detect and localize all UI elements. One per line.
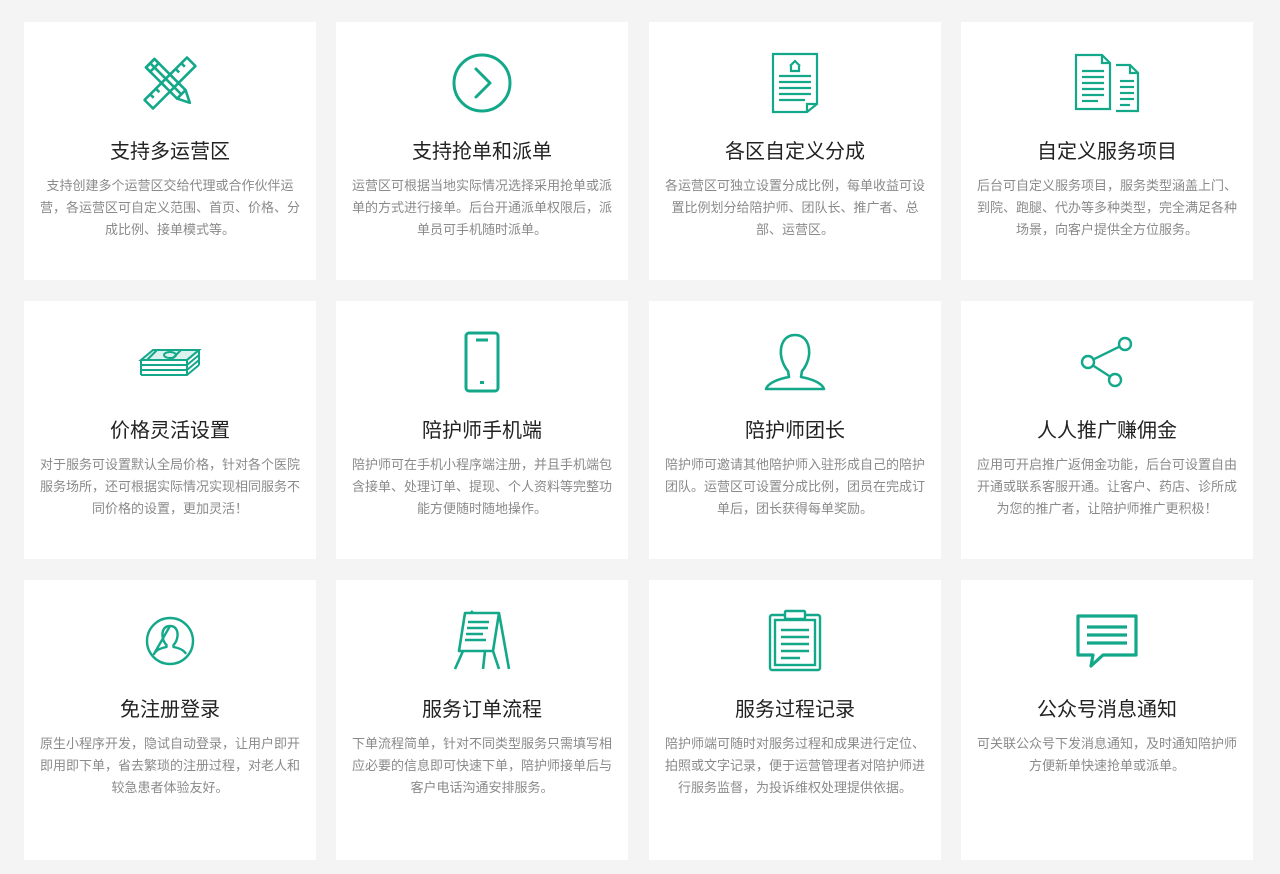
- feature-card-flexible-pricing: 价格灵活设置 对于服务可设置默认全局价格，针对各个医院服务场所，还可根据实际情况…: [24, 301, 316, 559]
- feature-card-order-flow: 服务订单流程 下单流程简单，针对不同类型服务只需填写相应必要的信息即可快速下单，…: [336, 580, 628, 860]
- user-circle-icon: [24, 606, 316, 676]
- feature-title: 各区自定义分成: [725, 139, 865, 163]
- feature-card-region-commission: 各区自定义分成 各运营区可独立设置分成比例，每单收益可设置比例划分给陪护师、团队…: [649, 22, 941, 280]
- feature-card-service-record: 服务过程记录 陪护师端可随时对服务过程和成果进行定位、拍照或文字记录，便于运营管…: [649, 580, 941, 860]
- easel-icon: [336, 606, 628, 676]
- feature-title: 公众号消息通知: [1037, 697, 1177, 721]
- feature-description: 原生小程序开发，隐试自动登录，让用户即开即用即下单，省去繁琐的注册过程，对老人和…: [39, 737, 300, 796]
- feature-description: 对于服务可设置默认全局价格，针对各个医院服务场所，还可根据实际情况实现相同服务不…: [39, 458, 300, 517]
- feature-title: 陪护师团长: [745, 418, 845, 442]
- ruler-pencil-icon: [24, 48, 316, 118]
- arrow-circle-icon: [336, 48, 628, 118]
- feature-card-team-leader: 陪护师团长 陪护师可邀请其他陪护师入驻形成自己的陪护团队。运营区可设置分成比例，…: [649, 301, 941, 559]
- feature-title: 服务过程记录: [735, 697, 855, 721]
- feature-title: 人人推广赚佣金: [1037, 418, 1177, 442]
- feature-card-no-registration: 免注册登录 原生小程序开发，隐试自动登录，让用户即开即用即下单，省去繁琐的注册过…: [24, 580, 316, 860]
- feature-description: 陪护师可邀请其他陪护师入驻形成自己的陪护团队。运营区可设置分成比例，团员在完成订…: [664, 458, 925, 517]
- feature-title: 自定义服务项目: [1037, 139, 1177, 163]
- feature-grid: 支持多运营区 支持创建多个运营区交给代理或合作伙伴运营，各运营区可自定义范围、首…: [0, 0, 1280, 874]
- feature-title: 价格灵活设置: [110, 418, 230, 442]
- feature-description: 后台可自定义服务项目，服务类型涵盖上门、到院、跑腿、代办等多种类型，完全满足各种…: [976, 179, 1237, 238]
- feature-description: 陪护师端可随时对服务过程和成果进行定位、拍照或文字记录，便于运营管理者对陪护师进…: [664, 737, 925, 796]
- feature-description: 可关联公众号下发消息通知，及时通知陪护师方便新单快速抢单或派单。: [976, 737, 1237, 774]
- message-bubble-icon: [961, 606, 1253, 676]
- person-icon: [649, 327, 941, 397]
- feature-description: 陪护师可在手机小程序端注册，并且手机端包含接单、处理订单、提现、个人资料等完整功…: [351, 458, 612, 517]
- feature-description: 应用可开启推广返佣金功能，后台可设置自由开通或联系客服开通。让客户、药店、诊所成…: [976, 458, 1237, 517]
- feature-card-grab-dispatch: 支持抢单和派单 运营区可根据当地实际情况选择采用抢单或派单的方式进行接单。后台开…: [336, 22, 628, 280]
- feature-description: 运营区可根据当地实际情况选择采用抢单或派单的方式进行接单。后台开通派单权限后，派…: [351, 179, 612, 238]
- feature-title: 免注册登录: [120, 697, 220, 721]
- feature-title: 支持多运营区: [110, 139, 230, 163]
- feature-title: 服务订单流程: [422, 697, 542, 721]
- feature-card-multi-region: 支持多运营区 支持创建多个运营区交给代理或合作伙伴运营，各运营区可自定义范围、首…: [24, 22, 316, 280]
- money-stack-icon: [24, 327, 316, 397]
- feature-card-custom-services: 自定义服务项目 后台可自定义服务项目，服务类型涵盖上门、到院、跑腿、代办等多种类…: [961, 22, 1253, 280]
- mobile-phone-icon: [336, 327, 628, 397]
- document-icon: [649, 48, 941, 118]
- feature-card-wechat-notify: 公众号消息通知 可关联公众号下发消息通知，及时通知陪护师方便新单快速抢单或派单。: [961, 580, 1253, 860]
- clipboard-icon: [649, 606, 941, 676]
- documents-icon: [961, 48, 1253, 118]
- feature-card-caregiver-mobile: 陪护师手机端 陪护师可在手机小程序端注册，并且手机端包含接单、处理订单、提现、个…: [336, 301, 628, 559]
- feature-description: 各运营区可独立设置分成比例，每单收益可设置比例划分给陪护师、团队长、推广者、总部…: [664, 179, 925, 238]
- feature-title: 支持抢单和派单: [412, 139, 552, 163]
- feature-description: 下单流程简单，针对不同类型服务只需填写相应必要的信息即可快速下单，陪护师接单后与…: [351, 737, 612, 796]
- share-icon: [961, 327, 1253, 397]
- feature-description: 支持创建多个运营区交给代理或合作伙伴运营，各运营区可自定义范围、首页、价格、分成…: [39, 179, 300, 238]
- feature-card-referral: 人人推广赚佣金 应用可开启推广返佣金功能，后台可设置自由开通或联系客服开通。让客…: [961, 301, 1253, 559]
- feature-title: 陪护师手机端: [422, 418, 542, 442]
